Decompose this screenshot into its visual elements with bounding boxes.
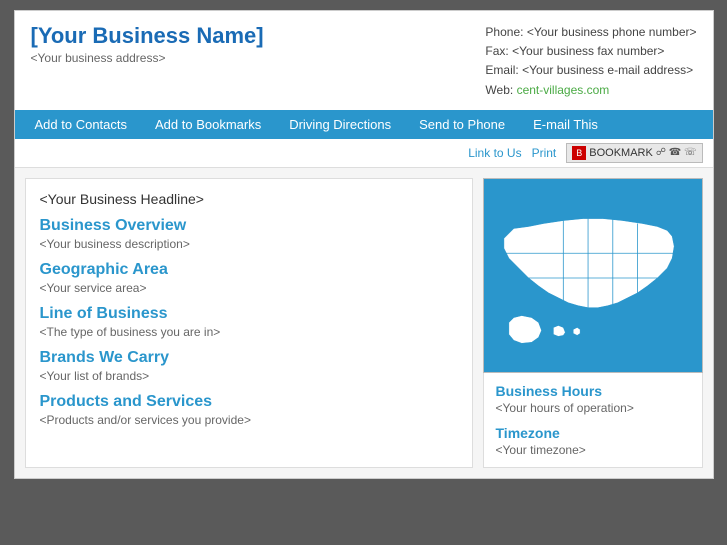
info-sub-1: <Your timezone> bbox=[496, 443, 690, 457]
util-bar: Link to Us Print B BOOKMARK ☍ ☎ ☏ bbox=[15, 139, 713, 168]
phone-line: Phone: <Your business phone number> bbox=[485, 23, 696, 42]
web-label: Web: bbox=[485, 83, 513, 97]
section-sub-0: <Your business description> bbox=[40, 237, 458, 251]
bookmark-label: BOOKMARK bbox=[589, 147, 653, 159]
info-box: Business Hours <Your hours of operation>… bbox=[483, 373, 703, 468]
section-heading-1: Geographic Area bbox=[40, 261, 458, 279]
fax-value: <Your business fax number> bbox=[512, 44, 664, 58]
section-sub-4: <Products and/or services you provide> bbox=[40, 413, 458, 427]
section-sub-3: <Your list of brands> bbox=[40, 369, 458, 383]
info-heading-0: Business Hours bbox=[496, 383, 690, 399]
fax-label: Fax: bbox=[485, 44, 508, 58]
section-heading-2: Line of Business bbox=[40, 305, 458, 323]
info-heading-1: Timezone bbox=[496, 425, 690, 441]
link-to-us[interactable]: Link to Us bbox=[468, 146, 521, 160]
section-heading-0: Business Overview bbox=[40, 217, 458, 235]
phone-value: <Your business phone number> bbox=[527, 25, 697, 39]
usa-map-svg bbox=[484, 179, 702, 372]
nav-email-this[interactable]: E-mail This bbox=[519, 110, 612, 139]
business-name: [Your Business Name] bbox=[31, 23, 264, 49]
main-content: <Your Business Headline> Business Overvi… bbox=[15, 168, 713, 478]
info-sub-0: <Your hours of operation> bbox=[496, 401, 690, 415]
nav-add-bookmarks[interactable]: Add to Bookmarks bbox=[141, 110, 275, 139]
email-value: <Your business e-mail address> bbox=[522, 63, 693, 77]
section-sub-2: <The type of business you are in> bbox=[40, 325, 458, 339]
business-headline: <Your Business Headline> bbox=[40, 191, 458, 207]
fax-line: Fax: <Your business fax number> bbox=[485, 42, 696, 61]
bookmark-icons-extra: ☍ ☎ ☏ bbox=[656, 147, 697, 158]
business-address: <Your business address> bbox=[31, 51, 264, 65]
nav-add-contacts[interactable]: Add to Contacts bbox=[21, 110, 142, 139]
left-column: <Your Business Headline> Business Overvi… bbox=[25, 178, 473, 468]
section-sub-1: <Your service area> bbox=[40, 281, 458, 295]
header-right: Phone: <Your business phone number> Fax:… bbox=[485, 23, 696, 100]
email-label: Email: bbox=[485, 63, 518, 77]
section-heading-4: Products and Services bbox=[40, 393, 458, 411]
page-wrapper: [Your Business Name] <Your business addr… bbox=[14, 10, 714, 479]
web-line: Web: cent-villages.com bbox=[485, 81, 696, 100]
print-link[interactable]: Print bbox=[532, 146, 557, 160]
nav-send-to-phone[interactable]: Send to Phone bbox=[405, 110, 519, 139]
bookmark-icon: B bbox=[572, 146, 586, 160]
section-heading-3: Brands We Carry bbox=[40, 349, 458, 367]
right-column: Business Hours <Your hours of operation>… bbox=[483, 178, 703, 468]
bookmark-button[interactable]: B BOOKMARK ☍ ☎ ☏ bbox=[566, 143, 702, 163]
nav-bar: Add to Contacts Add to Bookmarks Driving… bbox=[15, 110, 713, 139]
web-value[interactable]: cent-villages.com bbox=[517, 83, 610, 97]
header: [Your Business Name] <Your business addr… bbox=[15, 11, 713, 110]
header-left: [Your Business Name] <Your business addr… bbox=[31, 23, 264, 100]
email-line: Email: <Your business e-mail address> bbox=[485, 61, 696, 80]
phone-label: Phone: bbox=[485, 25, 523, 39]
map-box bbox=[483, 178, 703, 373]
nav-driving-directions[interactable]: Driving Directions bbox=[275, 110, 405, 139]
